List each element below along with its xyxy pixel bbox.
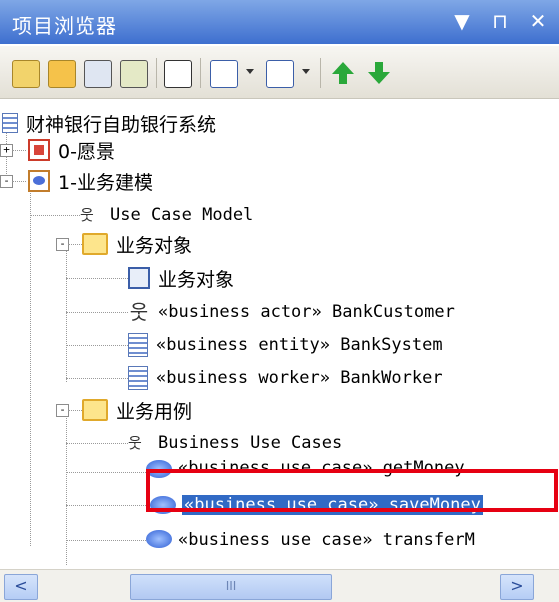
tree-connector <box>66 415 67 565</box>
tree-item-label: 业务用例 <box>116 400 193 423</box>
new-element-icon[interactable] <box>84 60 112 88</box>
find-icon[interactable] <box>164 60 192 88</box>
chevron-down-icon[interactable] <box>302 69 310 74</box>
tree-item-vision[interactable]: 0-愿景 <box>28 135 115 165</box>
new-diagram-icon[interactable] <box>48 60 76 88</box>
tree-item-label: «business use case» transferM <box>178 530 475 550</box>
actor-icon: 웃 <box>129 300 149 324</box>
tree-item-label: 0-愿景 <box>58 140 115 163</box>
tree-item-business-use-cases-folder[interactable]: 业务用例 <box>82 395 192 425</box>
tree-item-use-case-model[interactable]: 웃 Use Case Model <box>80 200 253 230</box>
use-case-model-icon: 웃 <box>80 206 94 224</box>
entity-icon <box>128 333 148 357</box>
tree-item-business-modeling[interactable]: 1-业务建模 <box>28 166 153 196</box>
new-package-icon[interactable] <box>12 60 40 88</box>
tree-item-label: 1-业务建模 <box>58 171 153 194</box>
tree-item-label: «business actor» BankCustomer <box>158 302 455 322</box>
pin-icon[interactable]: ⊓ <box>489 9 511 33</box>
model-package-icon <box>28 170 50 192</box>
panel-titlebar: 项目浏览器 ▼ ⊓ ✕ <box>0 0 559 44</box>
tree-item-label: Business Use Cases <box>158 433 343 453</box>
tree-item-bank-system[interactable]: «business entity» BankSystem <box>128 330 443 360</box>
tree-item-label: Use Case Model <box>110 205 254 225</box>
tree-connector <box>30 190 31 546</box>
document-icon[interactable] <box>210 60 238 88</box>
diagram-icon <box>128 267 150 289</box>
package-icon <box>28 139 50 161</box>
tree-item-label: «business worker» BankWorker <box>156 368 443 388</box>
worker-icon <box>128 366 148 390</box>
tree-connector <box>66 505 146 506</box>
folder-icon <box>82 399 108 421</box>
toolbar <box>0 46 559 99</box>
report-icon[interactable] <box>266 60 294 88</box>
tree-connector <box>66 278 128 279</box>
toolbar-separator <box>200 58 201 88</box>
panel-title: 项目浏览器 <box>12 14 117 38</box>
tree-item-bank-customer[interactable]: 웃 «business actor» BankCustomer <box>128 297 455 327</box>
tree-connector <box>68 244 82 245</box>
tree-connector <box>66 312 128 313</box>
tree-item-label: 业务对象 <box>158 268 235 291</box>
horizontal-scrollbar[interactable]: < III > <box>0 569 559 602</box>
tree-item-transfer-money[interactable]: «business use case» transferM <box>146 530 475 550</box>
tree-item-label: «business entity» BankSystem <box>156 335 443 355</box>
tree-item-business-use-cases-diagram[interactable]: 웃 Business Use Cases <box>128 428 342 458</box>
tree-item-bank-worker[interactable]: «business worker» BankWorker <box>128 363 443 393</box>
tree-connector <box>66 378 128 379</box>
tree-connector <box>66 540 146 541</box>
titlebar-controls: ▼ ⊓ ✕ <box>451 9 549 33</box>
scroll-right-button[interactable]: > <box>500 574 534 600</box>
project-icon <box>2 113 18 133</box>
tree-connector <box>30 215 80 216</box>
tree-connector <box>68 410 82 411</box>
toolbar-separator <box>156 58 157 88</box>
tree-connector <box>66 345 128 346</box>
tree-connector <box>66 443 128 444</box>
tree-item-label: 财神银行自助银行系统 <box>26 113 217 136</box>
tree-item-business-objects-folder[interactable]: 业务对象 <box>82 229 192 259</box>
close-icon[interactable]: ✕ <box>527 9 549 33</box>
tree-connector <box>66 250 67 382</box>
use-case-icon <box>146 530 172 548</box>
tree-connector <box>12 150 26 151</box>
tree-item-business-objects-diagram[interactable]: 业务对象 <box>128 263 234 293</box>
element-properties-icon[interactable] <box>120 60 148 88</box>
chevron-down-icon[interactable] <box>246 69 254 74</box>
annotation-highlight-box <box>146 469 558 512</box>
scroll-thumb[interactable]: III <box>130 574 332 600</box>
tree-connector <box>66 472 146 473</box>
tree-item-label: 业务对象 <box>116 234 193 257</box>
tree-root[interactable]: 财神银行自助银行系统 <box>0 108 216 138</box>
scroll-left-button[interactable]: < <box>4 574 38 600</box>
toolbar-separator <box>320 58 321 88</box>
dropdown-icon[interactable]: ▼ <box>451 9 473 33</box>
move-up-icon[interactable] <box>330 60 356 86</box>
use-case-diagram-icon: 웃 <box>128 434 142 452</box>
folder-icon <box>82 233 108 255</box>
move-down-icon[interactable] <box>366 60 392 86</box>
tree-connector <box>12 181 26 182</box>
